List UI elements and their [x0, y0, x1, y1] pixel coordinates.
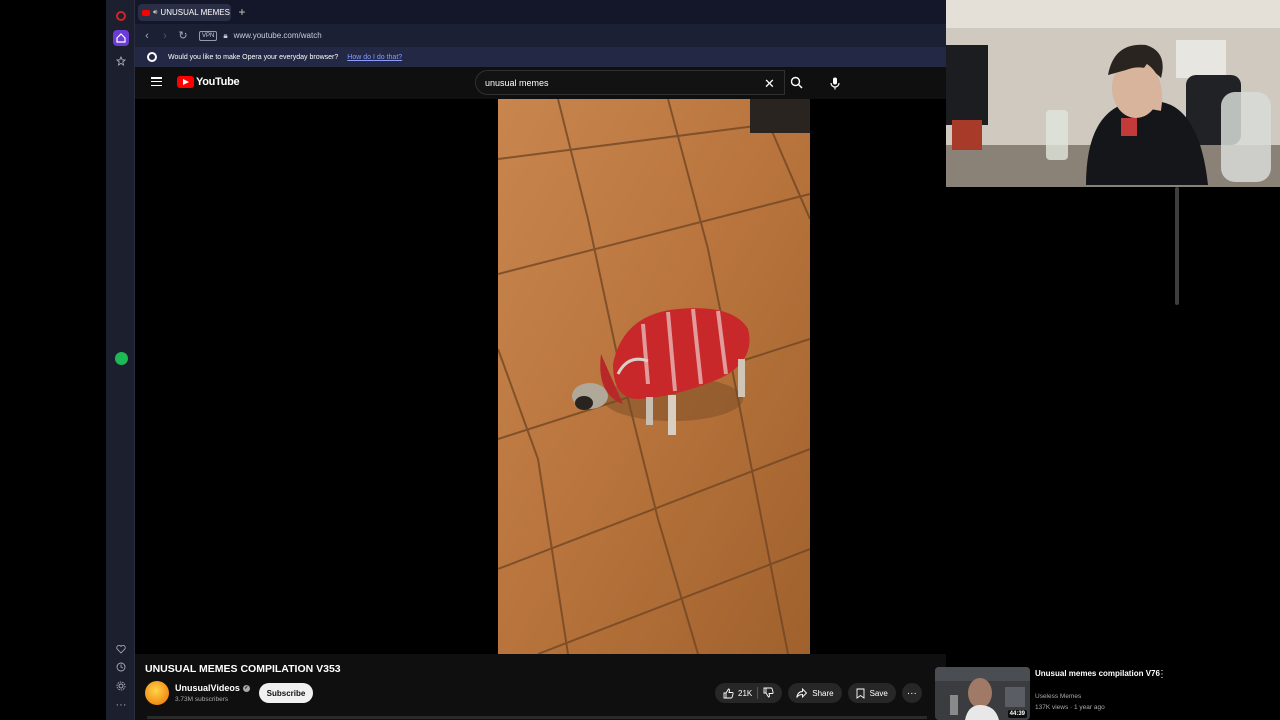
like-divider — [757, 687, 759, 699]
subscriber-count: 3.73M subscribers — [175, 696, 229, 703]
save-label: Save — [869, 688, 888, 698]
share-label: Share — [812, 688, 834, 698]
voice-search-button[interactable] — [825, 73, 845, 93]
browser-window: 🔊︎ UNUSUAL MEMES CO + ‹ › ↻ VPN 🔒︎ www.y… — [135, 0, 946, 720]
opera-o-icon — [147, 52, 157, 62]
notification-link[interactable]: How do I do that? — [347, 54, 402, 61]
back-icon[interactable]: ‹ — [141, 30, 153, 42]
kebab-menu-icon[interactable]: ⋮ — [1157, 669, 1167, 680]
video-player[interactable] — [135, 99, 946, 654]
clear-search-icon[interactable]: ✕ — [764, 76, 775, 92]
url-field[interactable]: www.youtube.com/watch — [234, 31, 322, 40]
tab-youtube[interactable]: 🔊︎ UNUSUAL MEMES CO — [138, 4, 231, 21]
forward-icon[interactable]: › — [159, 30, 171, 42]
speaker-icon[interactable]: 🔊︎ — [153, 9, 157, 17]
search-input[interactable]: unusual memes ✕ — [475, 70, 785, 95]
video-frame[interactable] — [498, 99, 810, 654]
scrollbar[interactable] — [1175, 187, 1179, 305]
video-duration: 44:39 — [1007, 710, 1027, 718]
more-actions-button[interactable]: ··· — [901, 683, 922, 703]
opera-logo-icon[interactable] — [113, 8, 129, 24]
like-count: 21K — [738, 688, 753, 698]
youtube-header: YouTube unusual memes ✕ — [135, 67, 946, 99]
tab-bar: 🔊︎ UNUSUAL MEMES CO + — [135, 0, 946, 24]
reload-icon[interactable]: ↻ — [177, 29, 189, 42]
share-button[interactable]: Share — [788, 683, 842, 703]
verified-icon: ✓ — [242, 684, 250, 692]
info-divider — [147, 716, 927, 719]
home-icon[interactable] — [113, 30, 129, 46]
star-icon[interactable] — [113, 53, 129, 69]
like-dislike-group: 21K — [715, 683, 783, 703]
subscribe-button[interactable]: Subscribe — [259, 683, 313, 703]
video-title: UNUSUAL MEMES COMPILATION V353 — [145, 663, 341, 675]
channel-name[interactable]: UnusualVideos — [175, 683, 240, 693]
thumbs-down-icon — [763, 687, 774, 697]
search-button[interactable] — [785, 70, 807, 95]
right-column: 44:39 Unusual memes compilation V76 Usel… — [935, 187, 1280, 720]
notification-text: Would you like to make Opera your everyd… — [168, 53, 339, 61]
history-icon[interactable] — [113, 659, 129, 675]
youtube-play-icon — [177, 76, 194, 88]
address-bar: ‹ › ↻ VPN 🔒︎ www.youtube.com/watch — [135, 24, 946, 47]
new-tab-button[interactable]: + — [235, 5, 249, 19]
channel-name-row[interactable]: UnusualVideos ✓ — [175, 683, 250, 693]
settings-icon[interactable] — [113, 678, 129, 694]
more-icon[interactable]: ··· — [113, 697, 129, 713]
menu-icon[interactable] — [151, 77, 162, 86]
video-info: UNUSUAL MEMES COMPILATION V353 UnusualVi… — [135, 654, 946, 720]
share-icon — [796, 688, 808, 698]
webcam-overlay — [946, 0, 1280, 187]
lock-icon[interactable]: 🔒︎ — [223, 31, 227, 41]
video-content-dog-on-tiles — [498, 99, 810, 654]
default-browser-notification: Would you like to make Opera your everyd… — [135, 47, 946, 67]
recommended-channel[interactable]: Useless Memes — [1035, 693, 1081, 700]
bookmark-icon — [856, 688, 865, 699]
heart-icon[interactable] — [113, 641, 129, 657]
letterbox-left — [0, 0, 106, 720]
recommended-video[interactable]: 44:39 Unusual memes compilation V76 Usel… — [934, 667, 1224, 720]
search-icon — [790, 76, 803, 89]
video-actions: 21K Share Save ··· — [715, 683, 922, 703]
youtube-wordmark: YouTube — [196, 76, 240, 88]
like-button[interactable]: 21K — [723, 688, 752, 699]
thumbs-up-icon — [723, 688, 734, 698]
microphone-icon — [830, 77, 840, 89]
save-button[interactable]: Save — [847, 683, 896, 703]
channel-avatar[interactable] — [145, 681, 169, 705]
recommended-title[interactable]: Unusual memes compilation V76 — [1035, 668, 1165, 679]
webcam-streamer-image — [946, 0, 1280, 187]
tab-title: UNUSUAL MEMES CO — [160, 8, 231, 17]
youtube-favicon-icon — [142, 9, 150, 16]
youtube-logo[interactable]: YouTube — [177, 76, 240, 88]
spotify-icon[interactable] — [113, 350, 129, 366]
vpn-badge[interactable]: VPN — [199, 30, 218, 41]
dislike-button[interactable] — [763, 687, 774, 700]
recommended-thumbnail[interactable]: 44:39 — [935, 667, 1030, 720]
search-query: unusual memes — [485, 78, 549, 88]
opera-sidebar: ··· — [106, 0, 135, 720]
recommended-meta: 137K views · 1 year ago — [1035, 704, 1105, 711]
